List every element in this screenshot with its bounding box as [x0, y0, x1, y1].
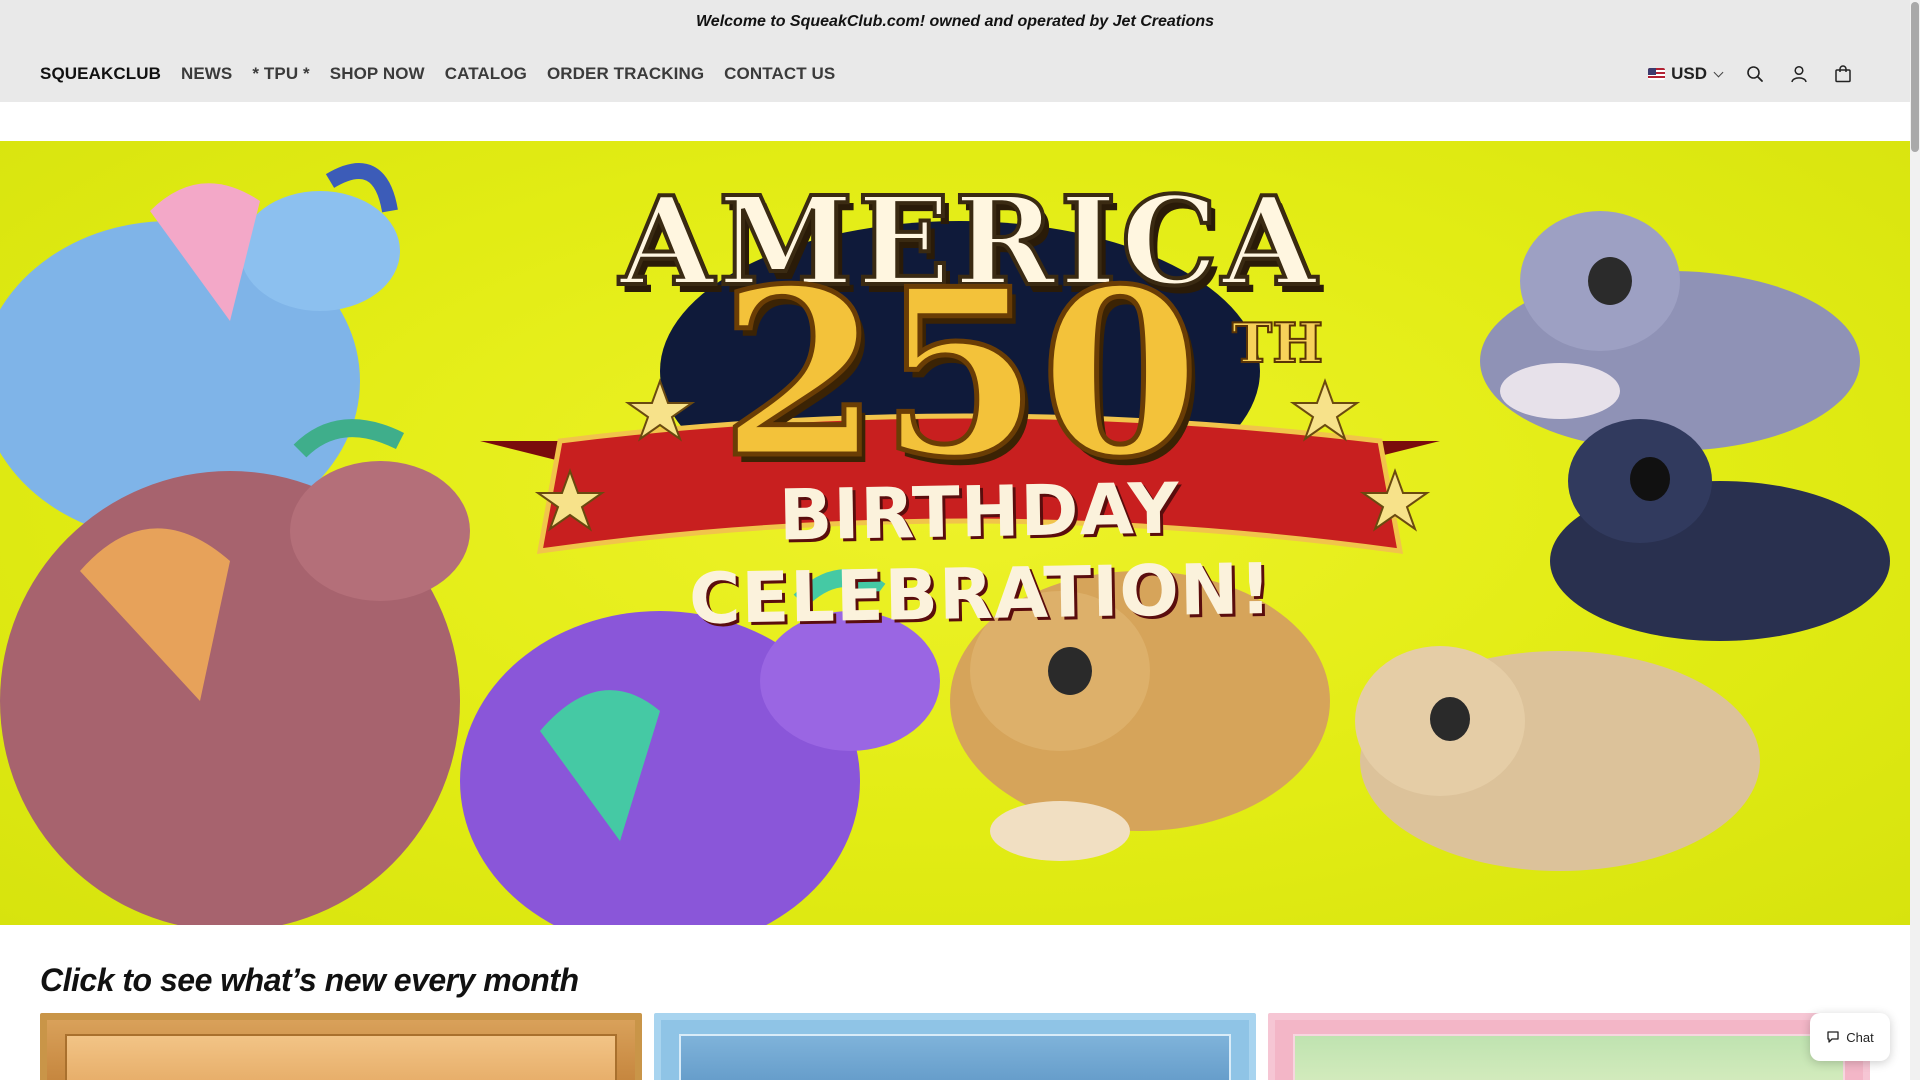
page: Welcome to SqueakClub.com! owned and ope… [0, 0, 1920, 1080]
nav-order-tracking[interactable]: ORDER TRACKING [547, 64, 704, 84]
announcement-bar: Welcome to SqueakClub.com! owned and ope… [695, 13, 1215, 30]
monthly-card-1[interactable] [40, 1013, 642, 1080]
nav-news[interactable]: NEWS [181, 64, 232, 84]
monthly-card-3[interactable] [1268, 1013, 1870, 1080]
section-title: Click to see what’s new every month [40, 962, 579, 998]
cream-dog-figure [1355, 646, 1760, 871]
cart-icon[interactable] [1832, 63, 1854, 85]
hero-ribbon-text: BIRTHDAY CELEBRATION! [688, 467, 1274, 641]
currency-label: USD [1671, 64, 1707, 83]
card-image [679, 1034, 1231, 1080]
chat-bubble-icon [1827, 1031, 1839, 1043]
search-icon[interactable] [1744, 63, 1766, 85]
card-image [1293, 1034, 1845, 1080]
us-flag-icon [1648, 68, 1666, 80]
chat-label: Chat [1846, 1029, 1874, 1045]
chevron-down-icon [1713, 67, 1724, 77]
account-icon[interactable] [1788, 63, 1810, 85]
hero-title-suffix: TH [1231, 310, 1324, 376]
header-actions: USD [1648, 58, 1854, 90]
brand-link[interactable]: SQUEAKCLUB [40, 64, 161, 84]
monthly-card-2[interactable] [654, 1013, 1256, 1080]
nav-contact-us[interactable]: CONTACT US [724, 64, 835, 84]
black-dog-figure [1550, 419, 1890, 641]
page-scrollbar[interactable] [1910, 0, 1920, 1080]
currency-selector[interactable]: USD [1648, 64, 1724, 84]
scrollbar-thumb[interactable] [1911, 2, 1919, 152]
nav-catalog[interactable]: CATALOG [445, 64, 527, 84]
grey-dog-figure [1480, 211, 1860, 451]
monthly-cards [40, 1013, 1872, 1080]
main-nav: SQUEAKCLUB NEWS * TPU * SHOP NOW CATALOG… [40, 58, 835, 90]
chat-button[interactable]: Chat [1810, 1013, 1890, 1061]
nav-tpu[interactable]: * TPU * [252, 64, 309, 84]
hero-banner[interactable]: AMERICA 250 TH BIRTHDAY CELEBRATION! [0, 141, 1910, 925]
nav-shop-now[interactable]: SHOP NOW [330, 64, 425, 84]
hero-title-250: 250 [717, 239, 1202, 509]
site-header: Welcome to SqueakClub.com! owned and ope… [0, 0, 1910, 102]
card-image [65, 1034, 617, 1080]
